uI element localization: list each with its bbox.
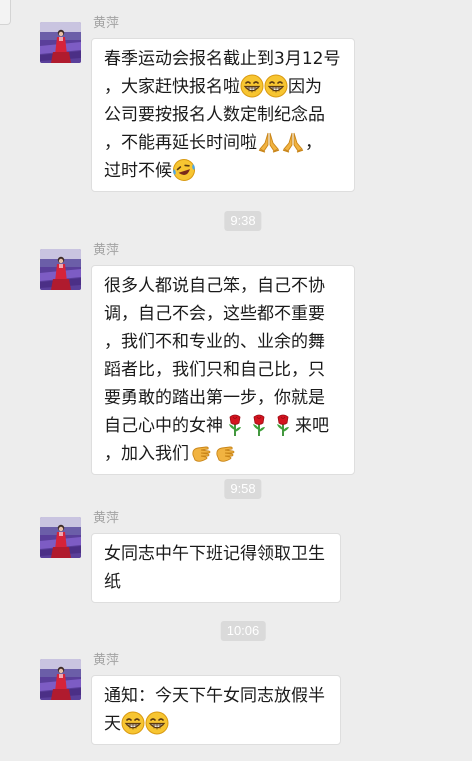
avatar[interactable] [40,517,81,558]
message-bubble[interactable]: 很多人都说自己笨，自己不协 调，自己不会，这些都不重要 ，我们不和专业的、业余的舞蹈… [91,265,355,475]
timestamp: 9:38 [224,211,262,231]
message-bubble[interactable]: 春季运动会报名截止到3月12号 ，大家赶快报名啦 因为公司要按报名人数定制纪念品 ，不… [91,38,355,192]
message-line: 调，自己不会，这些都不重要 [104,300,342,328]
message-text: 蹈者比，我们只和自己比，只 [104,360,325,380]
message-line: 自己心中的女神 来吧 [104,412,342,440]
message-line: 过时不候 [104,157,342,185]
message-line: 女同志中午下班记得领取卫生 [104,540,328,568]
message-text: 天 [104,714,121,734]
grin-emoji-icon [145,711,169,735]
timestamp: 10:06 [220,621,266,641]
laugh-tears-emoji-icon [172,158,196,182]
message-line: 公司要按报名人数定制纪念品 [104,101,342,129]
message-text: 通知：今天下午女同志放假半 [104,686,325,706]
message-text: 女同志中午下班记得领取卫生 [104,544,325,564]
message-text: ，我们不和专业的、业余的舞 [104,332,325,352]
beckon-emoji-icon [213,441,237,465]
grin-emoji-icon [264,74,288,98]
pray-emoji-icon [281,130,305,154]
grin-emoji-icon [121,711,145,735]
message-text: 来吧 [295,416,329,436]
message-text: 因为 [288,77,322,97]
sender-name: 黄萍 [93,653,120,668]
message-text: ， [305,133,322,153]
message-text: ，加入我们 [104,444,189,464]
message-bubble[interactable]: 通知：今天下午女同志放假半天 [91,675,341,745]
message-text: 调，自己不会，这些都不重要 [104,304,325,324]
message-bubble[interactable]: 女同志中午下班记得领取卫生纸 [91,533,341,603]
message-text: 很多人都说自己笨，自己不协 [104,276,325,296]
sender-name: 黄萍 [93,243,120,258]
beckon-emoji-icon [189,441,213,465]
message-text: 纸 [104,572,121,592]
message-line: 纸 [104,568,328,596]
message-line: 很多人都说自己笨，自己不协 [104,272,342,300]
message-text: 自己心中的女神 [104,416,223,436]
message-line: ，大家赶快报名啦 因为 [104,73,342,101]
message-line: 要勇敢的踏出第一步，你就是 [104,384,342,412]
message-line: 春季运动会报名截止到3月12号 [104,45,342,73]
timestamp: 9:58 [224,479,262,499]
avatar[interactable] [40,22,81,63]
window-corner [0,0,11,25]
message-line: ，加入我们 [104,440,342,468]
sender-name: 黄萍 [93,16,120,31]
pray-emoji-icon [257,130,281,154]
message-line: 天 [104,710,328,738]
grin-emoji-icon [240,74,264,98]
message-text: 春季运动会报名截止到3月12号 [104,49,341,69]
message-line: ，我们不和专业的、业余的舞 [104,328,342,356]
rose-emoji-icon [247,413,271,437]
message-text: ，不能再延长时间啦 [104,133,257,153]
rose-emoji-icon [223,413,247,437]
message-text: 要勇敢的踏出第一步，你就是 [104,388,325,408]
avatar[interactable] [40,249,81,290]
message-line: 蹈者比，我们只和自己比，只 [104,356,342,384]
sender-name: 黄萍 [93,511,120,526]
message-line: ，不能再延长时间啦 ， [104,129,342,157]
message-text: 过时不候 [104,161,172,181]
message-line: 通知：今天下午女同志放假半 [104,682,328,710]
message-text: ，大家赶快报名啦 [104,77,240,97]
rose-emoji-icon [271,413,295,437]
avatar[interactable] [40,659,81,700]
message-text: 公司要按报名人数定制纪念品 [104,105,325,125]
